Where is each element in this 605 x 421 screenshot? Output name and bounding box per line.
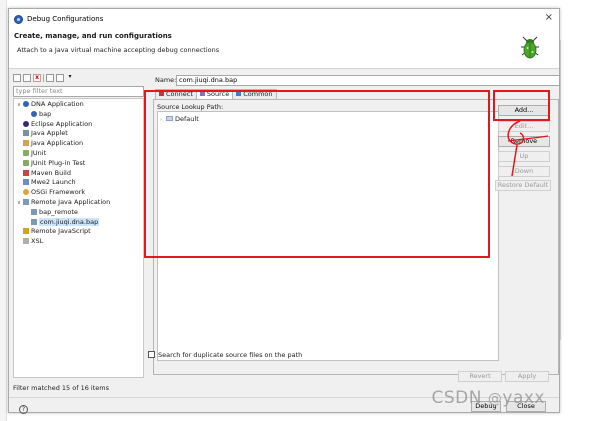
configuration-tree: ∨ DNA Application bap Eclipse Application Ja… [13,98,144,378]
java-applet-icon [23,130,29,137]
tree-item[interactable]: XSL [14,237,143,247]
tree-item[interactable]: com.jiuqi.dna.bap [14,217,143,228]
csdn-watermark: CSDN @yaxx [431,388,545,408]
add-button[interactable]: Add... [498,105,550,116]
debug-configurations-dialog: Debug Configurations × Create, manage, a… [8,8,560,414]
dialog-header: Create, manage, and run configurations A… [9,29,559,69]
tree-item-label: bap [39,109,52,118]
tree-item[interactable]: OSGi Framework [14,188,143,198]
title-bar: Debug Configurations × [9,9,559,29]
tree-item[interactable]: Maven Build [14,169,143,179]
window-title: Debug Configurations [27,15,104,23]
configuration-tabs: Connect Source Common [155,89,277,100]
tree-item-label: Remote Java Application [31,197,111,206]
tree-item[interactable]: JUnit Plug-in Test [14,159,143,169]
osgi-icon [23,189,29,196]
connect-icon [159,91,164,96]
dialog-subtitle: Attach to a Java virtual machine accepti… [17,46,220,54]
tree-item-label: Eclipse Application [31,119,93,128]
remove-button[interactable]: Remove [498,136,550,147]
java-app-icon [23,140,29,147]
dna-app-icon [23,101,29,107]
tree-item-label: Remote JavaScript [31,227,91,236]
eclipse-icon [23,120,29,127]
tree-item[interactable]: bap [14,110,143,120]
down-button[interactable]: Down [498,166,550,177]
tree-item[interactable]: Remote JavaScript [14,227,143,237]
toolbar-separator [43,74,44,82]
remote-js-icon [23,228,29,235]
duplicate-search-checkbox[interactable] [148,351,155,358]
tree-item[interactable]: ∨ DNA Application [14,100,143,110]
name-label: Name: [155,76,177,84]
configuration-toolbar: x ▾ [13,72,144,84]
apply-button[interactable]: Apply [505,371,549,382]
view-menu-chevron-down-icon[interactable]: ▾ [66,74,74,82]
duplicate-configuration-icon[interactable] [23,74,31,82]
maven-icon [23,169,29,176]
tree-item-label: Maven Build [31,168,71,177]
dialog-heading: Create, manage, and run configurations [14,32,172,40]
tree-item-label: com.jiuqi.dna.bap [39,217,100,226]
tree-item-label: XSL [31,237,44,246]
close-window-button[interactable]: × [545,13,553,23]
background-right-area [560,0,605,421]
remote-java-icon [31,208,37,215]
tree-item[interactable]: ∨ Remote Java Application [14,198,143,208]
junit-plugin-icon [23,159,29,166]
tree-item-label: bap_remote [39,207,78,216]
tab-common[interactable]: Common [232,89,277,99]
tree-item-label: DNA Application [31,100,84,108]
tree-item-label: Mwe2 Launch [31,178,76,187]
source-item-label: Default [175,115,199,123]
tab-label: Connect [166,90,193,98]
tree-item-label: Java Application [31,139,84,148]
delete-configuration-icon[interactable]: x [33,74,41,82]
tree-item-label: JUnit Plug-in Test [31,158,86,167]
background-window-edge [0,0,7,421]
eclipse-debug-icon [14,15,23,24]
tree-item[interactable]: Java Application [14,139,143,149]
tree-item-label: OSGi Framework [31,188,86,197]
source-lookup-list: › Default [157,111,499,361]
source-lookup-label: Source Lookup Path: [157,103,224,111]
dna-app-icon [31,110,37,117]
tree-item[interactable]: Java Applet [14,129,143,139]
filter-input[interactable]: type filter text [13,86,144,97]
common-icon [236,91,242,96]
list-item[interactable]: › Default [160,115,199,123]
tree-item[interactable]: bap_remote [14,208,143,218]
restore-default-button[interactable]: Restore Default [495,180,551,191]
folder-icon [166,116,173,121]
tree-item-label: Java Applet [31,129,68,138]
tree-item-label: JUnit [31,148,47,157]
remote-java-icon [23,198,29,205]
tree-item[interactable]: Eclipse Application [14,120,143,130]
filter-status-text: Filter matched 15 of 16 items [13,384,109,392]
up-button[interactable]: Up [498,151,550,162]
revert-button[interactable]: Revert [458,371,502,382]
collapse-all-icon[interactable] [46,74,54,82]
tree-item[interactable]: Mwe2 Launch [14,178,143,188]
new-configuration-icon[interactable] [13,74,21,82]
source-icon [199,91,205,96]
name-input[interactable]: com.jiuqi.dna.bap [176,75,560,86]
mwe2-icon [23,179,29,186]
configuration-list-pane: x ▾ type filter text ∨ DNA Application bap… [13,72,144,397]
duplicate-search-label: Search for duplicate source files on the… [158,351,303,359]
tab-label: Source [206,90,230,98]
tab-label: Common [243,90,273,98]
filter-icon[interactable] [56,74,64,82]
edit-button[interactable]: Edit... [498,121,550,132]
help-icon[interactable]: ? [19,405,28,414]
tab-connect[interactable]: Connect [155,89,197,99]
junit-icon [23,149,29,156]
tree-item[interactable]: JUnit [14,149,143,159]
bug-icon [521,36,539,59]
remote-java-icon [31,218,37,225]
xsl-icon [23,238,29,245]
duplicate-search-checkbox-row[interactable]: Search for duplicate source files on the… [148,351,302,359]
